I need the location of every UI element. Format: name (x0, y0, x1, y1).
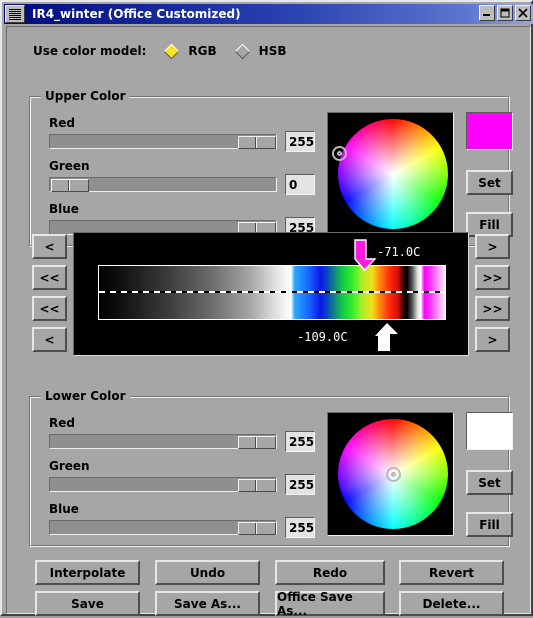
upper-set-button[interactable]: Set (466, 170, 513, 195)
upper-color-swatch (466, 112, 513, 150)
upper-green-slider[interactable] (49, 177, 277, 192)
redo-button[interactable]: Redo (275, 560, 385, 585)
upper-temperature-label: -71.0C (377, 245, 421, 259)
window-controls (479, 5, 531, 21)
radio-hsb-label: HSB (258, 44, 287, 58)
revert-button[interactable]: Revert (399, 560, 504, 585)
slider-thumb[interactable] (238, 136, 276, 149)
slider-thumb[interactable] (238, 522, 276, 535)
minimize-icon[interactable] (479, 5, 495, 21)
lower-blue-label: Blue (49, 502, 79, 516)
lower-green-slider[interactable] (49, 477, 277, 492)
lower-green-value[interactable]: 255 (285, 474, 315, 495)
radio-hsb[interactable]: HSB (234, 43, 287, 59)
radio-selected-icon (164, 43, 180, 59)
nav-left-button-1[interactable]: < (32, 234, 67, 259)
office-save-as-button[interactable]: Office Save As... (275, 590, 385, 618)
close-icon[interactable] (515, 5, 531, 21)
upper-red-value[interactable]: 255 (285, 131, 315, 152)
upper-blue-label: Blue (49, 202, 79, 216)
title-bar: IR4_winter (Office Customized) (4, 4, 533, 24)
window-title: IR4_winter (Office Customized) (32, 7, 241, 21)
slider-thumb[interactable] (238, 436, 276, 449)
save-button[interactable]: Save (35, 591, 140, 616)
color-model-label: Use color model: (33, 44, 147, 58)
nav-right-button-1[interactable]: > (475, 234, 510, 259)
lower-blue-slider[interactable] (49, 520, 277, 535)
application-window: IR4_winter (Office Customized) Use color… (0, 0, 533, 618)
lower-red-value[interactable]: 255 (285, 431, 315, 452)
upper-red-label: Red (49, 116, 75, 130)
radio-unselected-icon (234, 43, 250, 59)
upper-color-group-label: Upper Color (41, 89, 130, 103)
lower-temperature-label: -109.0C (297, 330, 348, 344)
spectrum-strip[interactable] (98, 265, 446, 320)
upper-wheel-cursor[interactable] (332, 146, 347, 161)
color-model-row: Use color model: RGB HSB (33, 43, 287, 59)
maximize-icon[interactable] (497, 5, 513, 21)
upper-color-wheel-panel[interactable] (327, 112, 454, 236)
lower-set-button[interactable]: Set (466, 470, 513, 495)
nav-left-button-2[interactable]: << (32, 265, 67, 290)
lower-blue-value[interactable]: 255 (285, 517, 315, 538)
upper-red-slider[interactable] (49, 134, 277, 149)
nav-left-button-4[interactable]: < (32, 327, 67, 352)
lower-red-slider[interactable] (49, 434, 277, 449)
lower-wheel-cursor[interactable] (386, 467, 401, 482)
menu-lines-icon[interactable] (5, 5, 25, 23)
radio-rgb-label: RGB (188, 44, 217, 58)
nav-right-button-3[interactable]: >> (475, 296, 510, 321)
lower-fill-button[interactable]: Fill (466, 512, 513, 537)
spectrum-panel[interactable]: -71.0C -109.0C (73, 232, 469, 356)
slider-thumb[interactable] (238, 479, 276, 492)
lower-color-swatch (466, 412, 513, 450)
interpolate-button[interactable]: Interpolate (35, 560, 140, 585)
nav-right-button-4[interactable]: > (475, 327, 510, 352)
upper-color-group: Upper Color Red 255 Green 0 Blue 255 Set… (29, 89, 513, 247)
save-as-button[interactable]: Save As... (155, 591, 260, 616)
upper-green-value[interactable]: 0 (285, 174, 315, 195)
lower-color-group: Lower Color Red 255 Green 255 Blue 255 S… (29, 389, 513, 547)
slider-thumb[interactable] (51, 179, 89, 192)
spectrum-midline (99, 291, 445, 293)
lower-color-wheel-panel[interactable] (327, 412, 454, 536)
nav-left-button-3[interactable]: << (32, 296, 67, 321)
radio-rgb[interactable]: RGB (164, 43, 217, 59)
lower-color-group-label: Lower Color (41, 389, 130, 403)
delete-button[interactable]: Delete... (399, 591, 504, 616)
upper-green-label: Green (49, 159, 90, 173)
upper-color-wheel[interactable] (338, 119, 448, 229)
undo-button[interactable]: Undo (155, 560, 260, 585)
lower-green-label: Green (49, 459, 90, 473)
nav-right-button-2[interactable]: >> (475, 265, 510, 290)
client-area: Use color model: RGB HSB Upper Color Red… (6, 26, 531, 618)
lower-red-label: Red (49, 416, 75, 430)
